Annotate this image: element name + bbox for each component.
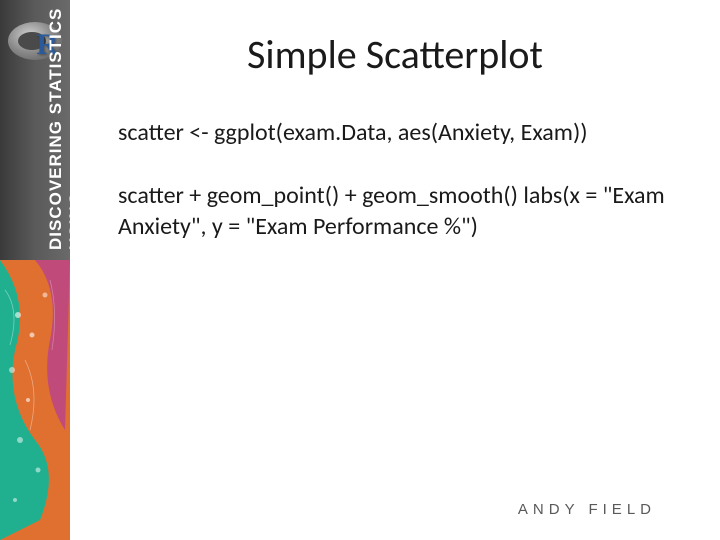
slide-title: Simple Scatterplot	[70, 30, 720, 79]
decorative-art-icon	[0, 260, 70, 540]
sidebar-text-line1: DISCOVERING STATISTICS	[46, 8, 66, 250]
sidebar-art	[0, 260, 70, 540]
sidebar: R DISCOVERING STATISTICS USING	[0, 0, 70, 540]
code-paragraph-1: scatter <- ggplot(exam.Data, aes(Anxiety…	[70, 117, 720, 148]
footer-author: ANDY FIELD	[518, 501, 656, 518]
code-paragraph-2: scatter + geom_point() + geom_smooth() l…	[70, 180, 720, 242]
sidebar-top-panel: R DISCOVERING STATISTICS USING	[0, 0, 70, 260]
content-area: Simple Scatterplot scatter <- ggplot(exa…	[70, 0, 720, 540]
